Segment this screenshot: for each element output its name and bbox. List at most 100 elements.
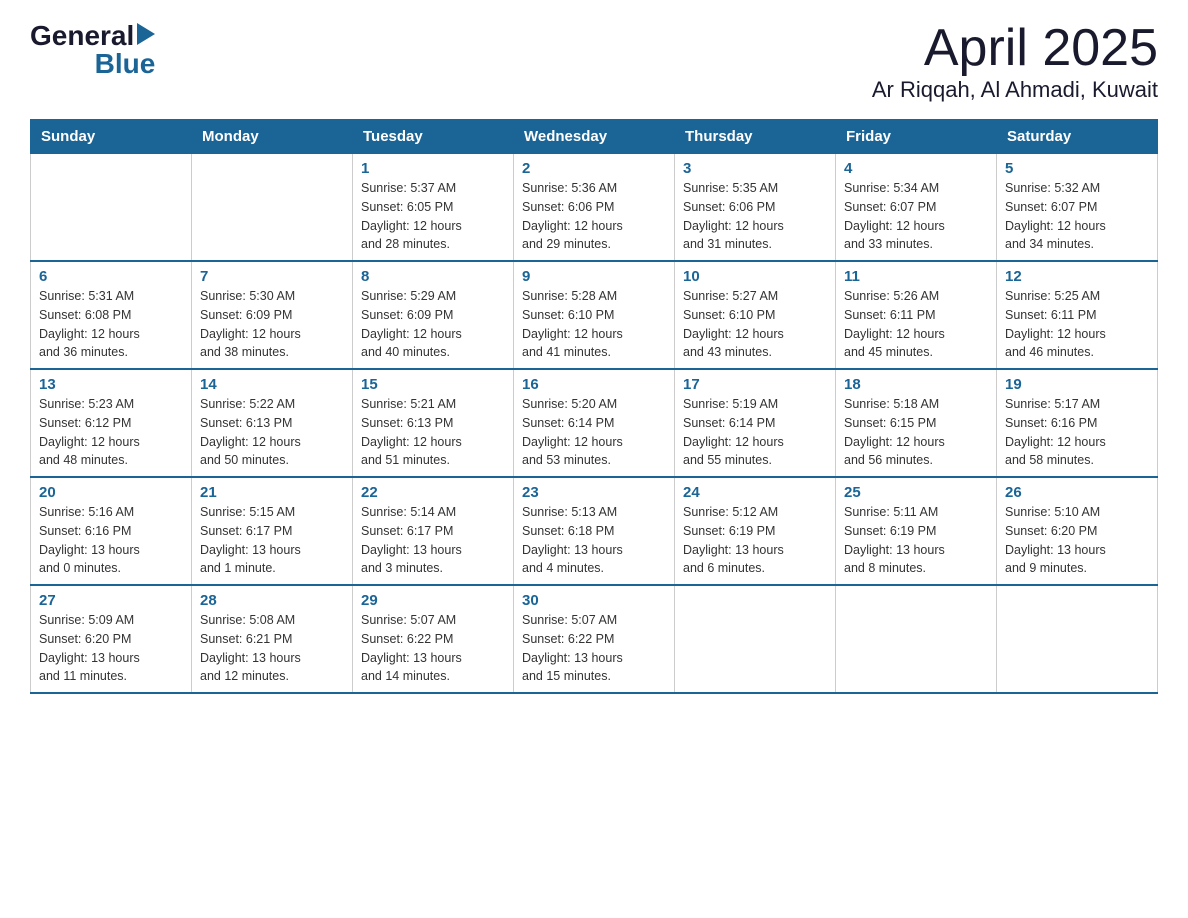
day-info: Sunrise: 5:19 AMSunset: 6:14 PMDaylight:… bbox=[683, 395, 827, 470]
day-info: Sunrise: 5:21 AMSunset: 6:13 PMDaylight:… bbox=[361, 395, 505, 470]
day-number: 8 bbox=[361, 268, 505, 285]
day-info: Sunrise: 5:22 AMSunset: 6:13 PMDaylight:… bbox=[200, 395, 344, 470]
logo-arrow-icon bbox=[137, 23, 155, 50]
calendar-cell: 1 Sunrise: 5:37 AMSunset: 6:05 PMDaylight… bbox=[353, 154, 514, 262]
day-number: 6 bbox=[39, 268, 183, 285]
day-info: Sunrise: 5:15 AMSunset: 6:17 PMDaylight:… bbox=[200, 503, 344, 578]
day-number: 14 bbox=[200, 376, 344, 393]
calendar-cell: 5 Sunrise: 5:32 AMSunset: 6:07 PMDaylight… bbox=[997, 154, 1158, 262]
weekday-header-tuesday: Tuesday bbox=[353, 120, 514, 154]
page-title: April 2025 bbox=[872, 20, 1158, 77]
day-info: Sunrise: 5:08 AMSunset: 6:21 PMDaylight:… bbox=[200, 611, 344, 686]
calendar-cell: 22Sunrise: 5:14 AMSunset: 6:17 PMDayligh… bbox=[353, 477, 514, 585]
day-info: Sunrise: 5:11 AMSunset: 6:19 PMDaylight:… bbox=[844, 503, 988, 578]
calendar-cell bbox=[836, 585, 997, 693]
day-number: 3 bbox=[683, 160, 827, 177]
calendar-cell: 9 Sunrise: 5:28 AMSunset: 6:10 PMDaylight… bbox=[514, 261, 675, 369]
weekday-header-sunday: Sunday bbox=[31, 120, 192, 154]
weekday-header-friday: Friday bbox=[836, 120, 997, 154]
calendar-cell: 6 Sunrise: 5:31 AMSunset: 6:08 PMDaylight… bbox=[31, 261, 192, 369]
day-info: Sunrise: 5:12 AMSunset: 6:19 PMDaylight:… bbox=[683, 503, 827, 578]
day-number: 28 bbox=[200, 592, 344, 609]
calendar-cell: 19 Sunrise: 5:17 AMSunset: 6:16 PMDayligh… bbox=[997, 369, 1158, 477]
day-number: 24 bbox=[683, 484, 827, 501]
calendar-cell: 3 Sunrise: 5:35 AMSunset: 6:06 PMDaylight… bbox=[675, 154, 836, 262]
day-info: Sunrise: 5:23 AMSunset: 6:12 PMDaylight:… bbox=[39, 395, 183, 470]
day-number: 22 bbox=[361, 484, 505, 501]
weekday-header-thursday: Thursday bbox=[675, 120, 836, 154]
calendar-cell: 13 Sunrise: 5:23 AMSunset: 6:12 PMDayligh… bbox=[31, 369, 192, 477]
day-info: Sunrise: 5:10 AMSunset: 6:20 PMDaylight:… bbox=[1005, 503, 1149, 578]
day-info: Sunrise: 5:28 AMSunset: 6:10 PMDaylight:… bbox=[522, 287, 666, 362]
calendar-cell: 8 Sunrise: 5:29 AMSunset: 6:09 PMDaylight… bbox=[353, 261, 514, 369]
day-number: 16 bbox=[522, 376, 666, 393]
day-info: Sunrise: 5:29 AMSunset: 6:09 PMDaylight:… bbox=[361, 287, 505, 362]
day-info: Sunrise: 5:13 AMSunset: 6:18 PMDaylight:… bbox=[522, 503, 666, 578]
day-number: 23 bbox=[522, 484, 666, 501]
calendar-cell: 23 Sunrise: 5:13 AMSunset: 6:18 PMDayligh… bbox=[514, 477, 675, 585]
calendar-cell: 20Sunrise: 5:16 AMSunset: 6:16 PMDayligh… bbox=[31, 477, 192, 585]
calendar-cell: 18 Sunrise: 5:18 AMSunset: 6:15 PMDayligh… bbox=[836, 369, 997, 477]
day-info: Sunrise: 5:32 AMSunset: 6:07 PMDaylight:… bbox=[1005, 179, 1149, 254]
calendar-cell: 27Sunrise: 5:09 AMSunset: 6:20 PMDayligh… bbox=[31, 585, 192, 693]
day-info: Sunrise: 5:34 AMSunset: 6:07 PMDaylight:… bbox=[844, 179, 988, 254]
calendar-cell bbox=[192, 154, 353, 262]
calendar-cell: 24 Sunrise: 5:12 AMSunset: 6:19 PMDayligh… bbox=[675, 477, 836, 585]
page-header: General Blue April 2025 Ar Riqqah, Al Ah… bbox=[30, 20, 1158, 103]
day-number: 13 bbox=[39, 376, 183, 393]
logo-blue-text: Blue bbox=[30, 48, 155, 80]
day-info: Sunrise: 5:17 AMSunset: 6:16 PMDaylight:… bbox=[1005, 395, 1149, 470]
day-number: 26 bbox=[1005, 484, 1149, 501]
day-number: 10 bbox=[683, 268, 827, 285]
day-info: Sunrise: 5:31 AMSunset: 6:08 PMDaylight:… bbox=[39, 287, 183, 362]
day-info: Sunrise: 5:18 AMSunset: 6:15 PMDaylight:… bbox=[844, 395, 988, 470]
calendar-cell: 30 Sunrise: 5:07 AMSunset: 6:22 PMDayligh… bbox=[514, 585, 675, 693]
calendar-header: SundayMondayTuesdayWednesdayThursdayFrid… bbox=[31, 120, 1158, 154]
day-number: 18 bbox=[844, 376, 988, 393]
day-info: Sunrise: 5:09 AMSunset: 6:20 PMDaylight:… bbox=[39, 611, 183, 686]
calendar-cell: 17 Sunrise: 5:19 AMSunset: 6:14 PMDayligh… bbox=[675, 369, 836, 477]
day-info: Sunrise: 5:16 AMSunset: 6:16 PMDaylight:… bbox=[39, 503, 183, 578]
day-info: Sunrise: 5:27 AMSunset: 6:10 PMDaylight:… bbox=[683, 287, 827, 362]
day-info: Sunrise: 5:07 AMSunset: 6:22 PMDaylight:… bbox=[522, 611, 666, 686]
calendar-table: SundayMondayTuesdayWednesdayThursdayFrid… bbox=[30, 119, 1158, 694]
calendar-cell: 16 Sunrise: 5:20 AMSunset: 6:14 PMDayligh… bbox=[514, 369, 675, 477]
day-number: 15 bbox=[361, 376, 505, 393]
day-number: 30 bbox=[522, 592, 666, 609]
day-info: Sunrise: 5:35 AMSunset: 6:06 PMDaylight:… bbox=[683, 179, 827, 254]
calendar-cell: 29 Sunrise: 5:07 AMSunset: 6:22 PMDayligh… bbox=[353, 585, 514, 693]
day-info: Sunrise: 5:07 AMSunset: 6:22 PMDaylight:… bbox=[361, 611, 505, 686]
day-number: 12 bbox=[1005, 268, 1149, 285]
day-number: 9 bbox=[522, 268, 666, 285]
calendar-cell: 28 Sunrise: 5:08 AMSunset: 6:21 PMDayligh… bbox=[192, 585, 353, 693]
day-number: 5 bbox=[1005, 160, 1149, 177]
day-number: 7 bbox=[200, 268, 344, 285]
title-block: April 2025 Ar Riqqah, Al Ahmadi, Kuwait bbox=[872, 20, 1158, 103]
calendar-week-1: 1 Sunrise: 5:37 AMSunset: 6:05 PMDaylight… bbox=[31, 154, 1158, 262]
day-number: 1 bbox=[361, 160, 505, 177]
day-info: Sunrise: 5:37 AMSunset: 6:05 PMDaylight:… bbox=[361, 179, 505, 254]
calendar-week-2: 6 Sunrise: 5:31 AMSunset: 6:08 PMDaylight… bbox=[31, 261, 1158, 369]
calendar-week-4: 20Sunrise: 5:16 AMSunset: 6:16 PMDayligh… bbox=[31, 477, 1158, 585]
calendar-body: 1 Sunrise: 5:37 AMSunset: 6:05 PMDaylight… bbox=[31, 154, 1158, 694]
calendar-cell bbox=[675, 585, 836, 693]
day-number: 4 bbox=[844, 160, 988, 177]
day-number: 2 bbox=[522, 160, 666, 177]
weekday-header-wednesday: Wednesday bbox=[514, 120, 675, 154]
day-info: Sunrise: 5:20 AMSunset: 6:14 PMDaylight:… bbox=[522, 395, 666, 470]
day-number: 17 bbox=[683, 376, 827, 393]
calendar-cell bbox=[997, 585, 1158, 693]
day-info: Sunrise: 5:30 AMSunset: 6:09 PMDaylight:… bbox=[200, 287, 344, 362]
page-subtitle: Ar Riqqah, Al Ahmadi, Kuwait bbox=[872, 77, 1158, 103]
logo: General Blue bbox=[30, 20, 155, 80]
day-number: 29 bbox=[361, 592, 505, 609]
day-number: 21 bbox=[200, 484, 344, 501]
day-number: 25 bbox=[844, 484, 988, 501]
calendar-week-5: 27Sunrise: 5:09 AMSunset: 6:20 PMDayligh… bbox=[31, 585, 1158, 693]
calendar-cell: 7 Sunrise: 5:30 AMSunset: 6:09 PMDaylight… bbox=[192, 261, 353, 369]
calendar-cell: 10 Sunrise: 5:27 AMSunset: 6:10 PMDayligh… bbox=[675, 261, 836, 369]
day-number: 19 bbox=[1005, 376, 1149, 393]
calendar-cell bbox=[31, 154, 192, 262]
calendar-cell: 25 Sunrise: 5:11 AMSunset: 6:19 PMDayligh… bbox=[836, 477, 997, 585]
calendar-cell: 14 Sunrise: 5:22 AMSunset: 6:13 PMDayligh… bbox=[192, 369, 353, 477]
